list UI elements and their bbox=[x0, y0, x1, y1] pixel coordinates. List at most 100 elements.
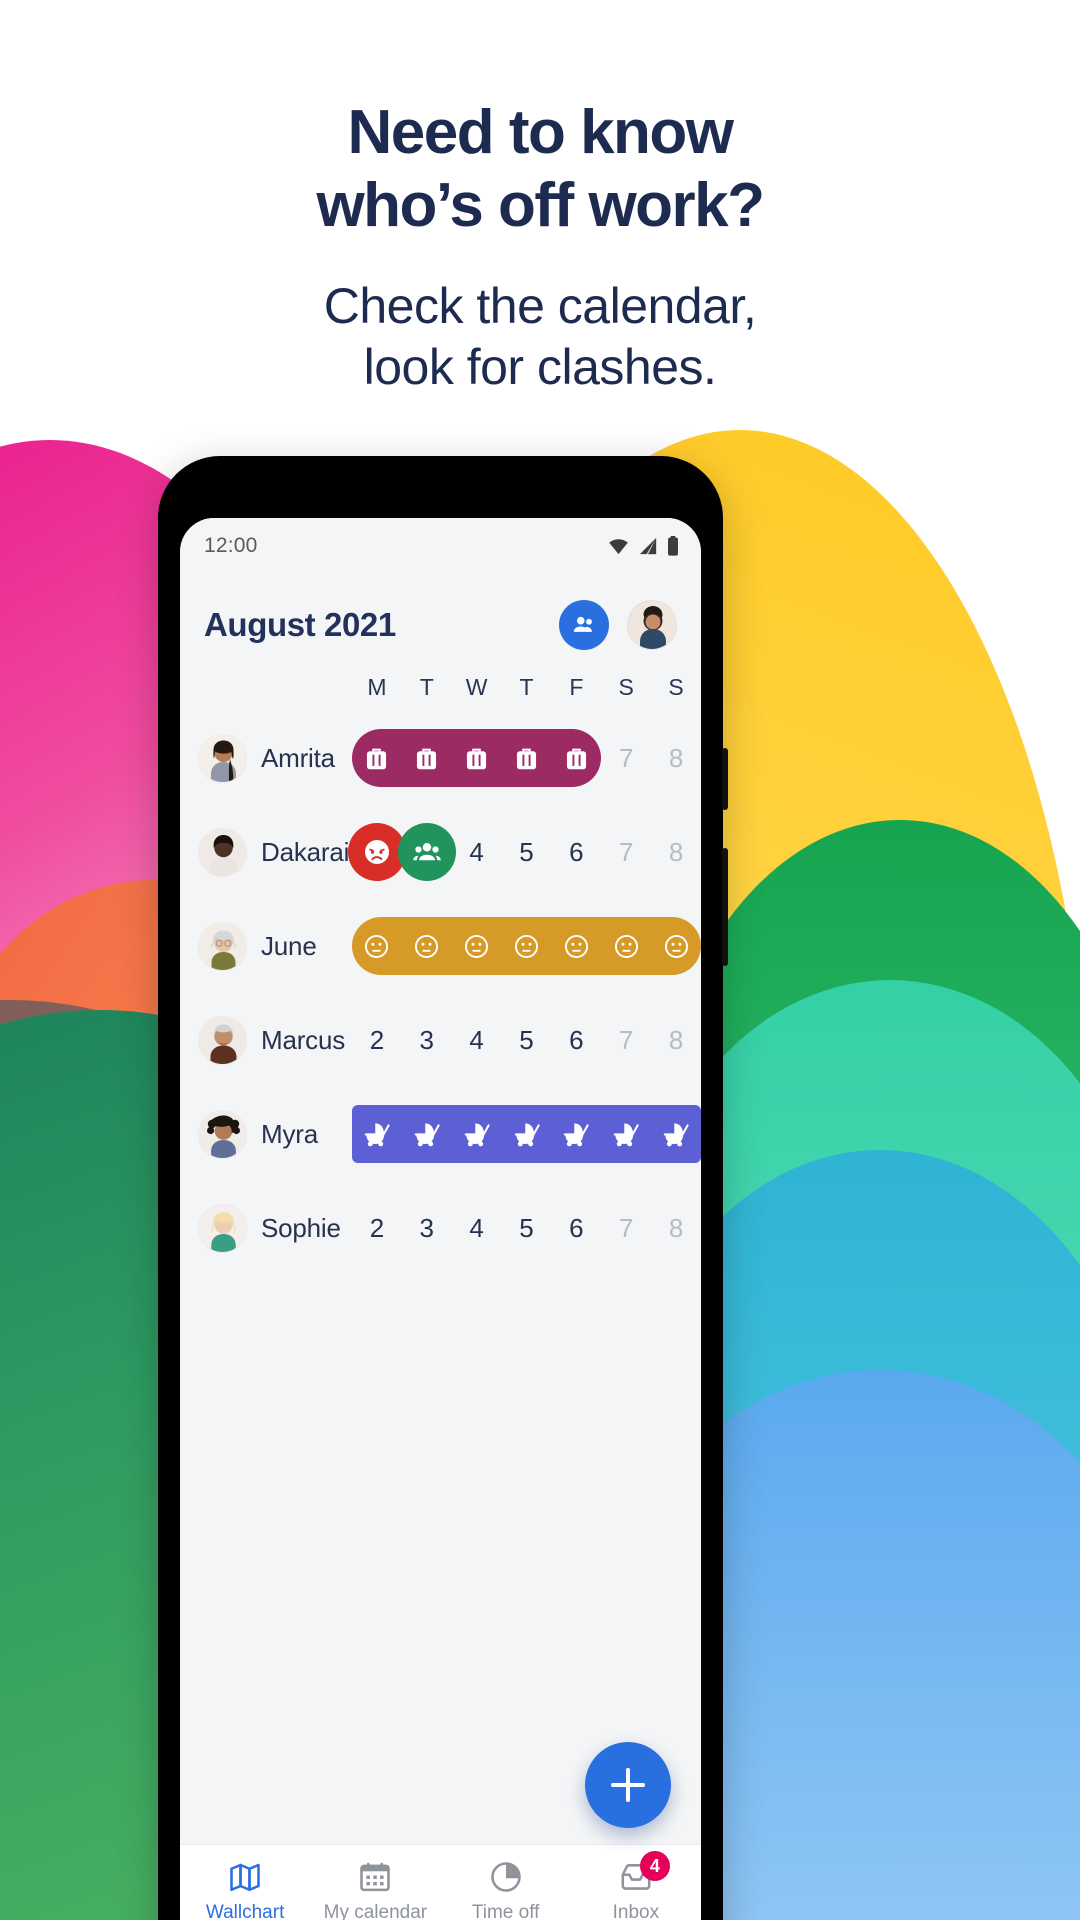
day-cell[interactable]: 4 bbox=[452, 993, 502, 1087]
person-name-cell[interactable]: June bbox=[180, 921, 352, 971]
day-cell[interactable] bbox=[601, 899, 651, 993]
person-name: June bbox=[261, 930, 317, 961]
day-cell[interactable] bbox=[551, 711, 601, 805]
day-cell[interactable] bbox=[452, 1087, 502, 1181]
weekday-header-spacer bbox=[180, 674, 352, 701]
day-cell[interactable]: 5 bbox=[502, 1181, 552, 1275]
day-cell[interactable]: 6 bbox=[551, 1181, 601, 1275]
header-actions bbox=[559, 600, 677, 650]
day-cell[interactable] bbox=[551, 899, 601, 993]
map-icon bbox=[227, 1859, 263, 1895]
day-cell[interactable] bbox=[352, 805, 402, 899]
nav-item-wallchart[interactable]: Wallchart bbox=[180, 1859, 310, 1920]
nav-label: My calendar bbox=[323, 1902, 428, 1920]
day-cell[interactable] bbox=[352, 1087, 402, 1181]
promo-subheadline-line-1: Check the calendar, bbox=[323, 278, 757, 335]
add-request-fab[interactable] bbox=[585, 1742, 671, 1828]
day-cell[interactable]: 8 bbox=[651, 805, 701, 899]
avatar-june bbox=[198, 921, 247, 971]
person-name-cell[interactable]: Amrita bbox=[180, 733, 352, 783]
avatar-photo bbox=[628, 601, 676, 649]
avatar-myra bbox=[198, 1109, 247, 1159]
day-cell[interactable] bbox=[402, 1087, 452, 1181]
app-header: August 2021 bbox=[180, 574, 701, 660]
day-cell[interactable]: 2 bbox=[352, 993, 402, 1087]
day-cell[interactable]: 6 bbox=[551, 993, 601, 1087]
day-cell[interactable]: 3 bbox=[402, 993, 452, 1087]
day-cell[interactable]: 5 bbox=[502, 993, 552, 1087]
day-cell[interactable] bbox=[502, 711, 552, 805]
day-cell[interactable]: 6 bbox=[551, 805, 601, 899]
promo-screenshot: Need to know who’s off work? Check the c… bbox=[0, 0, 1080, 1920]
day-cell[interactable]: 8 bbox=[651, 711, 701, 805]
pie-chart-icon bbox=[488, 1859, 524, 1895]
person-name-cell[interactable]: Sophie bbox=[180, 1203, 352, 1253]
weekday-label-tue: T bbox=[419, 674, 434, 700]
day-cell[interactable]: 4 bbox=[452, 805, 502, 899]
table-row[interactable]: Sophie 2 3 4 5 6 7 8 bbox=[180, 1181, 701, 1275]
day-cell[interactable]: 7 bbox=[601, 993, 651, 1087]
weekday-header-row: M T W T F S S bbox=[180, 660, 701, 711]
bottom-navigation: Wallchart My calendar Time off 4 Inbox bbox=[180, 1844, 701, 1920]
day-cell[interactable] bbox=[502, 1087, 552, 1181]
day-cell[interactable] bbox=[352, 711, 402, 805]
day-cell[interactable]: 7 bbox=[601, 711, 651, 805]
status-bar: 12:00 bbox=[180, 518, 701, 574]
day-cell[interactable]: 7 bbox=[601, 1181, 651, 1275]
phone-screen: 12:00 August 2021 M T W T F S S Amrita 7… bbox=[180, 518, 701, 1920]
person-day-cells bbox=[352, 1087, 701, 1181]
day-cell[interactable]: 8 bbox=[651, 993, 701, 1087]
nav-item-time-off[interactable]: Time off bbox=[441, 1859, 571, 1920]
plus-icon bbox=[626, 1768, 630, 1802]
table-row[interactable]: Marcus 2 3 4 5 6 7 8 bbox=[180, 993, 701, 1087]
calendar-icon bbox=[357, 1859, 393, 1895]
day-cell[interactable] bbox=[402, 805, 452, 899]
nav-label: Wallchart bbox=[205, 1902, 285, 1920]
weekday-label-sat: S bbox=[618, 674, 634, 700]
table-row[interactable]: Dakarai 4 5 6 7 8 bbox=[180, 805, 701, 899]
day-cell[interactable] bbox=[452, 899, 502, 993]
people-group-icon bbox=[573, 616, 592, 632]
weekday-label-thu: T bbox=[519, 674, 534, 700]
avatar-photo bbox=[199, 1204, 246, 1252]
promo-subheadline: Check the calendar, look for clashes. bbox=[0, 276, 1080, 398]
person-name-cell[interactable]: Myra bbox=[180, 1109, 352, 1159]
status-bar-icons bbox=[608, 536, 679, 556]
phone-volume-button bbox=[722, 748, 728, 810]
person-day-cells: 2 3 4 5 6 7 8 bbox=[352, 993, 701, 1087]
day-cell[interactable]: 7 bbox=[601, 805, 651, 899]
person-day-cells: 4 5 6 7 8 bbox=[347, 805, 701, 899]
table-row[interactable]: June bbox=[180, 899, 701, 993]
inbox-badge: 4 bbox=[639, 1851, 670, 1881]
day-cell[interactable]: 3 bbox=[402, 1181, 452, 1275]
nav-item-inbox[interactable]: 4 Inbox bbox=[571, 1851, 701, 1920]
day-cell[interactable]: 4 bbox=[452, 1181, 502, 1275]
avatar-current-user[interactable] bbox=[627, 600, 677, 650]
day-cell[interactable] bbox=[651, 1087, 701, 1181]
day-cell[interactable] bbox=[452, 711, 502, 805]
table-row[interactable]: Myra bbox=[180, 1087, 701, 1181]
person-name-cell[interactable]: Dakarai bbox=[180, 827, 352, 877]
day-cell[interactable] bbox=[551, 1087, 601, 1181]
day-cell[interactable]: 2 bbox=[352, 1181, 402, 1275]
person-day-cells: 7 8 bbox=[352, 711, 701, 805]
day-cell[interactable] bbox=[352, 899, 402, 993]
nav-item-my-calendar[interactable]: My calendar bbox=[310, 1859, 440, 1920]
day-cell[interactable] bbox=[502, 899, 552, 993]
person-name: Marcus bbox=[261, 1024, 346, 1055]
day-cell[interactable]: 5 bbox=[502, 805, 552, 899]
team-filter-button[interactable] bbox=[559, 600, 609, 650]
battery-icon bbox=[668, 536, 678, 556]
day-cell[interactable] bbox=[402, 899, 452, 993]
avatar-marcus bbox=[198, 1015, 247, 1065]
day-cell[interactable] bbox=[651, 899, 701, 993]
day-cell[interactable]: 8 bbox=[651, 1181, 701, 1275]
day-cell[interactable] bbox=[402, 711, 452, 805]
table-row[interactable]: Amrita 7 8 bbox=[180, 711, 701, 805]
person-name-cell[interactable]: Marcus bbox=[180, 1015, 352, 1065]
person-day-cells: 2 3 4 5 6 7 8 bbox=[352, 1181, 701, 1275]
avatar-photo bbox=[199, 1016, 246, 1064]
weekday-label-wed: W bbox=[465, 674, 488, 700]
person-day-cells bbox=[352, 899, 701, 993]
day-cell[interactable] bbox=[601, 1087, 651, 1181]
